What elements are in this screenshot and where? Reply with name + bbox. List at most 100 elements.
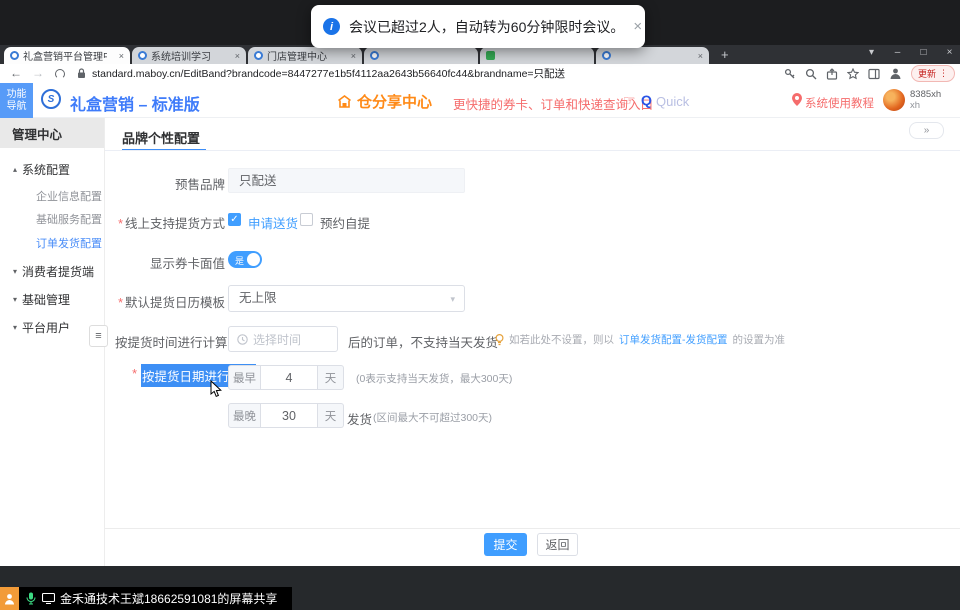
zoom-icon[interactable] bbox=[805, 68, 817, 80]
reload-icon[interactable] bbox=[55, 69, 65, 79]
browser-tab[interactable]: 系统培训学习 × bbox=[132, 47, 246, 64]
panel-collapse-button[interactable]: » bbox=[909, 122, 944, 139]
sidebar-item-order-shipping[interactable]: 订单发货配置 bbox=[36, 235, 102, 251]
submit-button[interactable]: 提交 bbox=[484, 533, 527, 556]
screen-share-indicator[interactable]: 金禾通技术王斌18662591081的屏幕共享 bbox=[0, 587, 292, 610]
warehouse-share-center-link[interactable]: 仓分享中心 bbox=[337, 91, 432, 112]
share-text: 金禾通技术王斌18662591081的屏幕共享 bbox=[60, 590, 277, 607]
tab-favicon bbox=[486, 51, 495, 60]
tip-suffix: 的设置为准 bbox=[733, 332, 786, 347]
quick-search-label[interactable]: Quick bbox=[656, 94, 689, 109]
tip-link-shipping-config[interactable]: 订单发货配置-发货配置 bbox=[619, 332, 728, 347]
earliest-unit: 天 bbox=[318, 365, 344, 390]
chrome-update-button[interactable]: 更新⋮ bbox=[911, 65, 955, 82]
sidebar-collapse-handle[interactable]: ≡ bbox=[89, 325, 108, 347]
tutorial-link[interactable]: 系统使用教程 bbox=[805, 95, 874, 111]
sidebar-group-consumer-pickup[interactable]: ▾ 消费者提货端 bbox=[0, 262, 104, 280]
browser-tab[interactable]: × bbox=[596, 47, 709, 64]
screen-share-icon bbox=[42, 593, 55, 604]
sidebar-group-label: 消费者提货端 bbox=[22, 263, 94, 280]
mouse-cursor bbox=[210, 380, 222, 403]
browser-tab[interactable] bbox=[480, 47, 594, 64]
user-avatar[interactable] bbox=[883, 89, 905, 111]
back-icon[interactable]: ← bbox=[10, 64, 22, 83]
address-bar-actions: 更新⋮ bbox=[784, 64, 955, 83]
function-nav-toggle[interactable]: 功能 导航 bbox=[0, 83, 33, 118]
toggle-knob bbox=[247, 253, 260, 266]
tab-favicon bbox=[10, 51, 19, 60]
checkbox-self-pickup-unchecked[interactable] bbox=[300, 213, 313, 226]
tip-prefix: 如若此处不设置，则以 bbox=[509, 332, 614, 347]
sidebar-item-basic-services[interactable]: 基础服务配置 bbox=[36, 211, 102, 227]
bulb-icon bbox=[495, 334, 504, 346]
toggle-on-text: 是 bbox=[235, 254, 244, 267]
tab-close-icon[interactable]: × bbox=[351, 51, 356, 61]
by-time-suffix-text: 后的订单，不支持当天发货 bbox=[348, 332, 498, 351]
sidebar-group-system-config[interactable]: ▴ 系统配置 bbox=[0, 160, 104, 178]
browser-tab[interactable]: 门店管理中心 × bbox=[248, 47, 362, 64]
sidebar-item-enterprise-info[interactable]: 企业信息配置 bbox=[36, 188, 102, 204]
pointing-hand-icon: ☞ bbox=[623, 92, 636, 109]
url-text[interactable]: standard.maboy.cn/EditBand?brandcode=844… bbox=[92, 66, 565, 81]
pickup-methods-label: *线上支持提货方式 bbox=[115, 213, 225, 232]
main-content: » 品牌个性配置 预售品牌 只配送 *线上支持提货方式 ✓ 申请送货 预约自提 … bbox=[105, 118, 960, 566]
footer-divider bbox=[105, 528, 960, 529]
toast-close-icon[interactable]: × bbox=[633, 18, 642, 35]
key-icon[interactable] bbox=[784, 68, 796, 80]
earliest-days-input-group: 最早 4 天 bbox=[228, 365, 344, 390]
earliest-days-input[interactable]: 4 bbox=[261, 365, 318, 390]
warehouse-icon bbox=[337, 94, 352, 109]
face-value-label: 显示券卡面值 bbox=[115, 253, 225, 272]
browser-tab-active[interactable]: 礼盒营销平台管理中心 × bbox=[4, 47, 130, 64]
side-panel-icon[interactable] bbox=[868, 68, 880, 80]
tab-close-icon[interactable]: × bbox=[119, 51, 124, 61]
tab-brand-config[interactable]: 品牌个性配置 bbox=[122, 128, 200, 147]
tip-note: 如若此处不设置，则以订单发货配置-发货配置的设置为准 bbox=[495, 332, 785, 347]
sidebar-title: 管理中心 bbox=[0, 118, 104, 148]
tab-title: 系统培训学习 bbox=[151, 48, 211, 63]
tab-favicon bbox=[602, 51, 611, 60]
checkbox-delivery-label[interactable]: 申请送货 bbox=[248, 213, 298, 232]
calendar-template-select[interactable]: 无上限 ▾ bbox=[228, 285, 465, 312]
username-sub: xh bbox=[910, 100, 920, 111]
time-picker-input[interactable]: 选择时间 bbox=[228, 326, 338, 352]
sidebar-group-label: 系统配置 bbox=[22, 161, 70, 178]
checkbox-self-pickup-label[interactable]: 预约自提 bbox=[320, 213, 370, 232]
maximize-button[interactable]: □ bbox=[915, 47, 932, 58]
forward-icon[interactable]: → bbox=[32, 64, 44, 83]
lock-icon[interactable] bbox=[77, 68, 86, 79]
minimize-button[interactable]: – bbox=[889, 47, 906, 58]
back-button[interactable]: 返回 bbox=[537, 533, 578, 556]
address-bar: ← → standard.maboy.cn/EditBand?brandcode… bbox=[0, 64, 960, 83]
presale-brand-input[interactable]: 只配送 bbox=[228, 168, 465, 193]
calendar-template-value: 无上限 bbox=[239, 291, 277, 305]
nav-toggle-line1: 功能 bbox=[7, 89, 27, 101]
pickup-methods-label-text: 线上支持提货方式 bbox=[125, 217, 225, 231]
profile-icon[interactable] bbox=[889, 67, 902, 80]
face-value-toggle-on[interactable]: 是 bbox=[228, 251, 262, 268]
quick-search-icon[interactable]: Q bbox=[641, 92, 652, 108]
bookmark-star-icon[interactable] bbox=[847, 68, 859, 80]
latest-days-input[interactable]: 30 bbox=[261, 403, 318, 428]
by-time-label: 按提货时间进行计算 bbox=[115, 332, 225, 351]
tab-close-icon[interactable]: × bbox=[698, 51, 703, 61]
brand-title: 礼盒营销 – 标准版 bbox=[70, 91, 200, 115]
sidebar-group-basic-management[interactable]: ▾ 基础管理 bbox=[0, 290, 104, 308]
window-controls: ▾ – □ × bbox=[863, 47, 958, 58]
checkbox-delivery-checked[interactable]: ✓ bbox=[228, 213, 241, 226]
meeting-toast: i 会议已超过2人，自动转为60分钟限时会议。 × bbox=[311, 5, 645, 48]
browser-tab[interactable] bbox=[364, 47, 478, 64]
close-window-button[interactable]: × bbox=[941, 47, 958, 58]
sidebar-group-label: 基础管理 bbox=[22, 291, 70, 308]
location-pin-icon bbox=[792, 93, 802, 111]
triangle-down-icon: ▾ bbox=[8, 323, 22, 332]
username: 8385xh bbox=[910, 89, 941, 100]
tab-close-icon[interactable]: × bbox=[235, 51, 240, 61]
toast-message: 会议已超过2人，自动转为60分钟限时会议。 bbox=[349, 17, 624, 37]
tab-title: 门店管理中心 bbox=[267, 48, 327, 63]
share-icon[interactable] bbox=[826, 68, 838, 80]
new-tab-button[interactable]: + bbox=[721, 48, 729, 61]
app-header: 功能 导航 S 礼盒营销 – 标准版 仓分享中心 更快捷的券卡、订单和快递查询入… bbox=[0, 83, 960, 118]
tab-favicon bbox=[254, 51, 263, 60]
tab-search-icon[interactable]: ▾ bbox=[863, 47, 880, 58]
